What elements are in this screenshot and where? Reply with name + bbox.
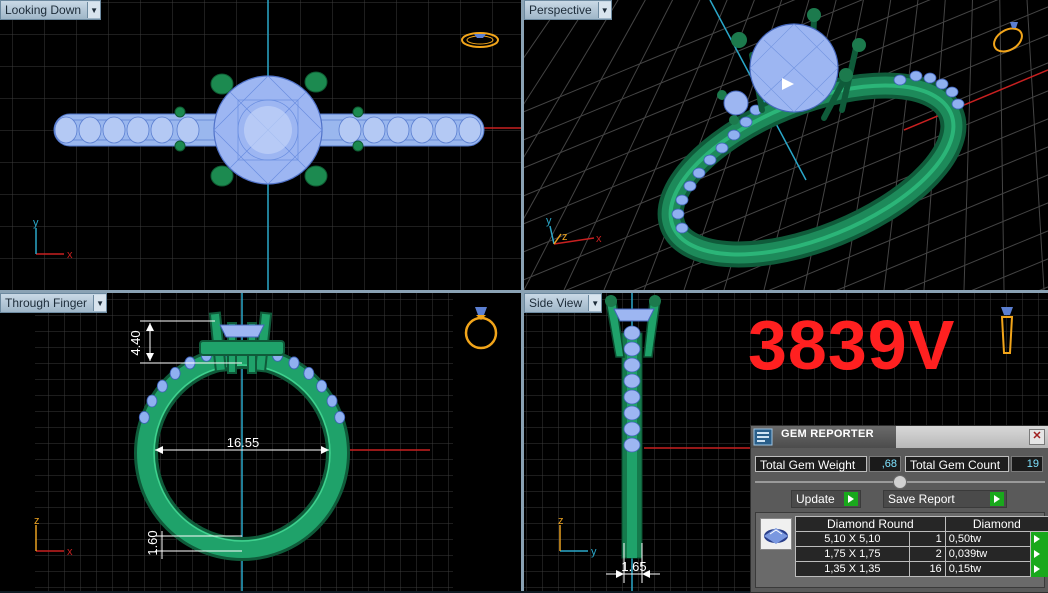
ring-orientation-icon[interactable]: [992, 303, 1022, 359]
total-gem-count-label: Total Gem Count: [905, 456, 1009, 472]
viewport-perspective[interactable]: x z y Perspective ▼: [524, 0, 1048, 290]
viewport-label-text: Perspective: [529, 3, 598, 17]
looking-down-scene: x y: [0, 0, 521, 290]
round-diamond-icon[interactable]: [760, 518, 792, 550]
expand-arrow-icon[interactable]: [1031, 562, 1048, 577]
axis-z-label: z: [562, 231, 568, 243]
table-row[interactable]: 5,10 X 5,10 1 0,50tw: [796, 532, 1048, 547]
gem-table-header-type: Diamond: [945, 517, 1048, 532]
gem-size: 1,75 X 1,75: [796, 547, 910, 562]
splitter-knob-icon[interactable]: [893, 475, 907, 489]
total-gem-weight-label: Total Gem Weight: [755, 456, 867, 472]
dimension-inner-diameter: 16.55: [227, 435, 260, 450]
viewport-label-side-view[interactable]: Side View ▼: [524, 293, 602, 313]
axis-x-label: x: [67, 249, 73, 261]
play-arrow-icon: [844, 492, 858, 506]
dimension-shank-width: 1.65: [621, 559, 646, 574]
update-button-label: Update: [796, 492, 835, 506]
viewport-label-text: Through Finger: [5, 296, 93, 310]
expand-arrow-icon[interactable]: [1031, 532, 1048, 547]
title-bar-fill: [896, 426, 1048, 448]
save-report-button[interactable]: Save Report: [883, 490, 1007, 508]
gem-table: Diamond Round Diamond 5,10 X 5,10 1 0,50…: [795, 516, 1048, 577]
axis-y-label: y: [33, 217, 39, 229]
close-icon[interactable]: ✕: [1029, 429, 1045, 445]
update-button[interactable]: Update: [791, 490, 861, 508]
gem-qty: 1: [909, 532, 945, 547]
perspective-scene: x z y: [524, 0, 1048, 290]
viewport-label-looking-down[interactable]: Looking Down ▼: [0, 0, 101, 20]
gem-size: 5,10 X 5,10: [796, 532, 910, 547]
save-report-button-label: Save Report: [888, 492, 955, 506]
gem-weight: 0,039tw: [945, 547, 1031, 562]
ring-orientation-icon[interactable]: [459, 28, 501, 50]
expand-arrow-icon[interactable]: [1031, 547, 1048, 562]
total-gem-weight-value: ,68: [869, 456, 901, 472]
gem-qty: 2: [909, 547, 945, 562]
axis-y-label: y: [591, 546, 597, 558]
viewport-label-perspective[interactable]: Perspective ▼: [524, 0, 612, 20]
dropdown-arrow-icon[interactable]: ▼: [588, 295, 601, 311]
ring-orientation-icon[interactable]: [461, 303, 501, 353]
gem-reporter-panel: GEM REPORTER ✕ Total Gem Weight ,68 Tota…: [750, 425, 1048, 593]
total-gem-count-value: 19: [1011, 456, 1043, 472]
viewport-through-finger[interactable]: 4.40 16.55 1.60 x z Through Finger ▼: [0, 293, 521, 591]
viewport-label-through-finger[interactable]: Through Finger ▼: [0, 293, 107, 313]
dropdown-arrow-icon[interactable]: ▼: [87, 2, 100, 18]
gem-size: 1,35 X 1,35: [796, 562, 910, 577]
play-arrow-icon: [990, 492, 1004, 506]
dimension-prong-height: 4.40: [128, 330, 143, 355]
gem-weight: 0,50tw: [945, 532, 1031, 547]
gem-qty: 16: [909, 562, 945, 577]
gem-report-icon: [753, 428, 773, 446]
dropdown-arrow-icon[interactable]: ▼: [93, 295, 106, 311]
dropdown-arrow-icon[interactable]: ▼: [598, 2, 611, 18]
dimension-shank-thickness: 1.60: [145, 530, 160, 555]
axis-z-label: z: [34, 515, 40, 527]
axis-x-label: x: [67, 546, 73, 558]
gem-weight: 0,15tw: [945, 562, 1031, 577]
ring-orientation-icon[interactable]: [988, 18, 1028, 54]
table-row[interactable]: 1,35 X 1,35 16 0,15tw: [796, 562, 1048, 577]
gem-table-header-shape: Diamond Round: [796, 517, 946, 532]
viewport-looking-down[interactable]: x y Looking Down ▼: [0, 0, 521, 290]
viewport-label-text: Looking Down: [5, 3, 87, 17]
table-row[interactable]: 1,75 X 1,75 2 0,039tw: [796, 547, 1048, 562]
gem-reporter-titlebar[interactable]: GEM REPORTER ✕: [751, 426, 1047, 448]
gem-reporter-title: GEM REPORTER: [781, 428, 874, 440]
axis-y-label: y: [546, 215, 552, 227]
through-finger-scene: 4.40 16.55 1.60 x z: [0, 293, 521, 591]
axis-x-label: x: [596, 233, 602, 245]
viewport-label-text: Side View: [529, 296, 588, 310]
model-code: 3839V: [748, 305, 955, 385]
axis-z-label: z: [558, 515, 564, 527]
